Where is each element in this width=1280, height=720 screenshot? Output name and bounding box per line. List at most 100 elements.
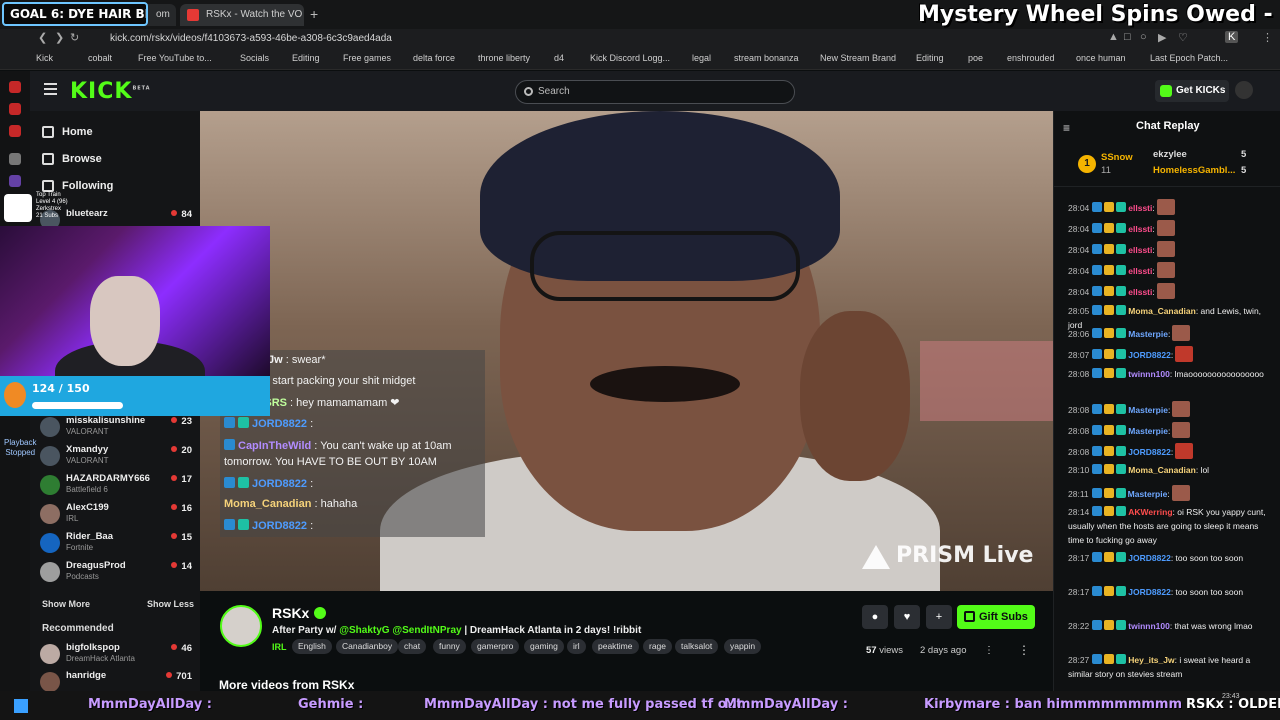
recommended-channel[interactable]: bigfolkspop DreamHack Atlanta 46 (40, 641, 192, 669)
app-icon[interactable] (9, 175, 21, 187)
title-mentions[interactable]: @ShaktyG @SendItNPray (339, 625, 461, 636)
overlay-chat-text: : start packing your shit midget (263, 375, 416, 387)
bookmark-item[interactable]: delta force (413, 53, 455, 63)
extension-icon[interactable]: ▲ (1108, 31, 1119, 43)
hamburger-menu-icon[interactable] (44, 83, 57, 95)
chat-username[interactable]: ellssti (1128, 266, 1152, 276)
chat-username[interactable]: ellssti (1128, 224, 1152, 234)
chat-text: : (1152, 224, 1155, 234)
nav-home[interactable]: Home (42, 126, 93, 138)
chat-username[interactable]: JORD8822 (1128, 350, 1171, 360)
tag[interactable]: irl (567, 639, 586, 654)
tag[interactable]: Canadianboy (336, 639, 399, 654)
nav-browse[interactable]: Browse (42, 153, 102, 165)
chat-username[interactable]: ellssti (1128, 203, 1152, 213)
get-kicks-button[interactable]: Get KICKs (1155, 80, 1229, 102)
collapse-chat-icon[interactable]: ≡ (1063, 121, 1070, 135)
menu-icon[interactable]: ⋮ (1262, 31, 1273, 44)
followed-channel[interactable]: Xmandyy VALORANT 20 (40, 443, 192, 471)
bookmark-item[interactable]: Last Epoch Patch... (1150, 53, 1228, 63)
search-input[interactable]: Search (515, 80, 795, 104)
followed-channel[interactable]: AlexC199 IRL 16 (40, 501, 192, 529)
show-less-button[interactable]: Show Less (147, 599, 194, 609)
chat-username[interactable]: twinnn100 (1128, 369, 1170, 379)
bookmark-item[interactable]: Socials (240, 53, 269, 63)
bookmark-item[interactable]: enshrouded (1007, 53, 1055, 63)
tag[interactable]: gaming (524, 639, 564, 654)
chat-username[interactable]: Hey_its_Jw (1128, 655, 1174, 665)
bookmark-item[interactable]: throne liberty (478, 53, 530, 63)
followed-channel[interactable]: HAZARDARMY666 Battlefield 6 17 (40, 472, 192, 500)
app-icon[interactable] (9, 81, 21, 93)
followed-channel[interactable]: Rider_Baa Fortnite 15 (40, 530, 192, 558)
extension-icon[interactable]: ▶ (1158, 31, 1166, 44)
tag[interactable]: English (292, 639, 332, 654)
bookmark-item[interactable]: poe (968, 53, 983, 63)
nav-following[interactable]: Following (42, 180, 113, 192)
chat-username[interactable]: Moma_Canadian (1128, 306, 1196, 316)
bookmark-item[interactable]: Free games (343, 53, 391, 63)
bookmark-item[interactable]: Kick Discord Logg... (590, 53, 670, 63)
user-avatar[interactable] (1235, 81, 1253, 99)
browser-tab-2[interactable]: RSKx - Watch the VO (180, 4, 304, 26)
leaderboard-entry-count: 5 (1241, 165, 1247, 176)
sub-count: 124 / 150 (32, 382, 90, 395)
bookmark-item[interactable]: d4 (554, 53, 564, 63)
app-icon[interactable] (9, 153, 21, 165)
bookmark-item[interactable]: cobalt (88, 53, 112, 63)
url-field[interactable]: kick.com/rskx/videos/f4103673-a593-46be-… (90, 30, 1100, 48)
profile-icon[interactable]: K (1225, 31, 1239, 43)
app-icon[interactable] (9, 125, 21, 137)
reload-icon[interactable]: ↻ (70, 31, 79, 44)
bookmark-item[interactable]: Editing (916, 53, 944, 63)
more-options-icon[interactable]: ⋮ (1018, 643, 1030, 657)
tag[interactable]: funny (433, 639, 466, 654)
forward-icon[interactable]: ❯ (55, 31, 64, 44)
tag[interactable]: talksalot (675, 639, 719, 654)
category-link[interactable]: IRL (272, 642, 287, 652)
kick-logo[interactable]: KICKBETA (70, 79, 151, 104)
heart-follow-icon[interactable]: ♥ (894, 605, 920, 629)
chat-message: 28:10 Moma_Canadian: lol (1068, 463, 1273, 477)
chat-username[interactable]: Masterpie (1128, 426, 1168, 436)
tag[interactable]: yappin (724, 639, 762, 654)
chat-username[interactable]: ellssti (1128, 287, 1152, 297)
chat-username[interactable]: JORD8822 (1128, 553, 1171, 563)
notification-bell-icon[interactable]: ● (862, 605, 888, 629)
bookmark-item[interactable]: Editing (292, 53, 320, 63)
bookmark-item[interactable]: once human (1076, 53, 1126, 63)
streamer-avatar[interactable] (220, 605, 262, 647)
bookmark-item[interactable]: stream bonanza (734, 53, 799, 63)
bookmark-item[interactable]: legal (692, 53, 711, 63)
followed-channel[interactable]: DreagusProd Podcasts 14 (40, 559, 192, 587)
sparkle-icon[interactable]: + (926, 605, 952, 629)
back-icon[interactable]: ❮ (38, 31, 47, 44)
tag[interactable]: gamerpro (471, 639, 520, 654)
streamer-name[interactable]: RSKx (272, 605, 309, 621)
tag[interactable]: rage (643, 639, 673, 654)
windows-start-icon[interactable] (14, 699, 28, 713)
app-icon[interactable] (9, 103, 21, 115)
new-tab-button[interactable]: + (310, 6, 318, 22)
chat-username[interactable]: AKWerring (1128, 507, 1172, 517)
chat-username[interactable]: Masterpie (1128, 489, 1168, 499)
chat-username[interactable]: JORD8822 (1128, 587, 1171, 597)
chat-username[interactable]: JORD8822 (1128, 447, 1171, 457)
bookmark-item[interactable]: Free YouTube to... (138, 53, 212, 63)
bookmark-item[interactable]: New Stream Brand (820, 53, 896, 63)
chat-username[interactable]: twinnn100 (1128, 621, 1170, 631)
extension-icon[interactable]: □ (1124, 31, 1131, 43)
extension-icon[interactable]: ○ (1140, 31, 1147, 43)
tag[interactable]: peaktime (592, 639, 639, 654)
bookmark-item[interactable]: Kick (36, 53, 53, 63)
gift-subs-button[interactable]: Gift Subs (957, 605, 1035, 629)
chat-username[interactable]: Masterpie (1128, 329, 1168, 339)
chat-username[interactable]: Moma_Canadian (1128, 465, 1196, 475)
chat-username[interactable]: Masterpie (1128, 405, 1168, 415)
followed-channel[interactable]: misskalisunshine VALORANT 23 (40, 414, 192, 442)
show-more-button[interactable]: Show More (42, 599, 90, 609)
share-icon[interactable]: ⋮ (984, 645, 994, 656)
tag[interactable]: chat (398, 639, 427, 654)
chat-username[interactable]: ellssti (1128, 245, 1152, 255)
bookmark-star-icon[interactable]: ♡ (1178, 31, 1188, 44)
